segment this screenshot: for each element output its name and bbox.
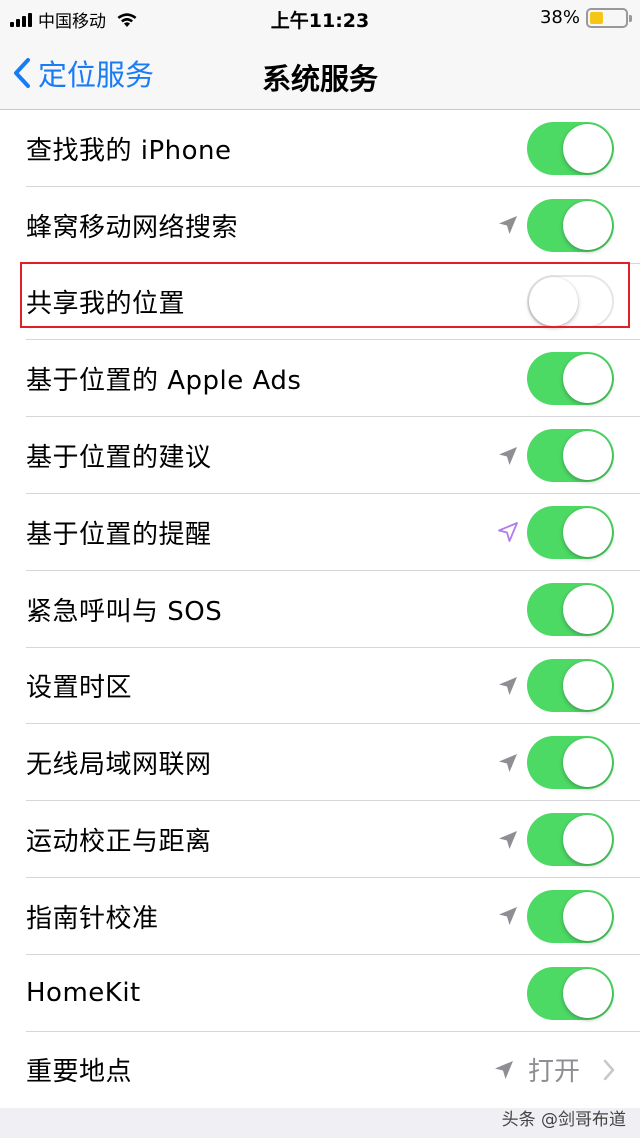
- toggle-switch[interactable]: [527, 121, 614, 175]
- toggle-knob: [563, 815, 612, 865]
- toggle-knob: [563, 738, 612, 788]
- settings-row: 基于位置的 Apple Ads: [0, 340, 640, 417]
- location-arrow-icon: [496, 828, 520, 852]
- toggle-knob: [563, 123, 612, 173]
- settings-row-label: 共享我的位置: [26, 289, 186, 320]
- settings-row-label: 指南针校准: [26, 903, 159, 934]
- wifi-icon: [117, 12, 137, 27]
- back-label: 定位服务: [38, 58, 155, 92]
- settings-row: 蜂窝移动网络搜索: [0, 187, 640, 264]
- settings-row-label: 无线局域网联网: [26, 750, 212, 781]
- toggle-knob: [563, 200, 612, 250]
- settings-row-value: 打开: [527, 1057, 580, 1088]
- settings-row: 设置时区: [0, 648, 640, 725]
- settings-row: 共享我的位置: [0, 264, 640, 341]
- settings-row-label: 蜂窝移动网络搜索: [26, 212, 239, 243]
- toggle-knob: [563, 507, 612, 557]
- system-services-list: 查找我的 iPhone 蜂窝移动网络搜索 共享我的位置基于位置的 Apple Ads…: [0, 110, 640, 1109]
- toggle-switch[interactable]: [527, 198, 614, 252]
- settings-row-label: 查找我的 iPhone: [26, 135, 232, 166]
- settings-row: 查找我的 iPhone: [0, 110, 640, 187]
- toggle-switch[interactable]: [527, 505, 614, 559]
- toggle-switch[interactable]: [527, 736, 614, 790]
- settings-row: 紧急呼叫与 SOS: [0, 571, 640, 648]
- settings-row: 基于位置的提醒: [0, 494, 640, 571]
- battery-percent: 38%: [539, 7, 580, 28]
- toggle-switch[interactable]: [527, 275, 614, 329]
- location-arrow-icon: [496, 213, 520, 237]
- toggle-knob: [563, 891, 612, 941]
- location-arrow-icon: [492, 1058, 516, 1082]
- settings-row: 指南针校准: [0, 878, 640, 955]
- toggle-knob: [529, 277, 578, 327]
- settings-row: 运动校正与距离: [0, 801, 640, 878]
- settings-row-label: 基于位置的提醒: [26, 519, 212, 550]
- watermark: 头条 @剑哥布道: [501, 1110, 626, 1130]
- toggle-switch[interactable]: [527, 352, 614, 406]
- back-button[interactable]: 定位服务: [12, 52, 154, 94]
- location-arrow-icon: [496, 751, 520, 775]
- chevron-right-icon: [602, 1058, 616, 1082]
- location-arrow-icon: [496, 674, 520, 698]
- settings-row-label: 重要地点: [26, 1057, 133, 1088]
- chevron-left-icon: [14, 58, 30, 88]
- toggle-knob: [563, 661, 612, 711]
- settings-row-label: HomeKit: [26, 978, 141, 1009]
- location-arrow-icon: [496, 444, 520, 468]
- status-bar: 中国移动 上午11:23 38%: [0, 0, 640, 36]
- location-arrow-icon: [496, 904, 520, 928]
- toggle-switch[interactable]: [527, 889, 614, 943]
- settings-row: HomeKit: [0, 955, 640, 1032]
- toggle-knob: [563, 968, 612, 1018]
- carrier-name: 中国移动: [38, 12, 106, 32]
- toggle-switch[interactable]: [527, 966, 614, 1020]
- settings-row-label: 紧急呼叫与 SOS: [26, 596, 223, 627]
- toggle-knob: [563, 584, 612, 634]
- settings-row[interactable]: 重要地点 打开: [0, 1032, 640, 1109]
- battery-icon: [586, 7, 632, 28]
- signal-strength-icon: [10, 12, 32, 27]
- location-arrow-icon: [496, 520, 520, 544]
- settings-row: 基于位置的建议: [0, 417, 640, 494]
- toggle-switch[interactable]: [527, 813, 614, 867]
- toggle-knob: [563, 431, 612, 481]
- settings-row-label: 设置时区: [26, 673, 133, 704]
- toggle-switch[interactable]: [527, 659, 614, 713]
- toggle-switch[interactable]: [527, 582, 614, 636]
- navigation-bar: 定位服务 系统服务: [0, 36, 640, 110]
- settings-row-label: 运动校正与距离: [26, 827, 212, 858]
- settings-row-label: 基于位置的建议: [26, 443, 212, 474]
- toggle-switch[interactable]: [527, 429, 614, 483]
- settings-row: 无线局域网联网: [0, 724, 640, 801]
- toggle-knob: [563, 354, 612, 404]
- settings-row-label: 基于位置的 Apple Ads: [26, 366, 302, 397]
